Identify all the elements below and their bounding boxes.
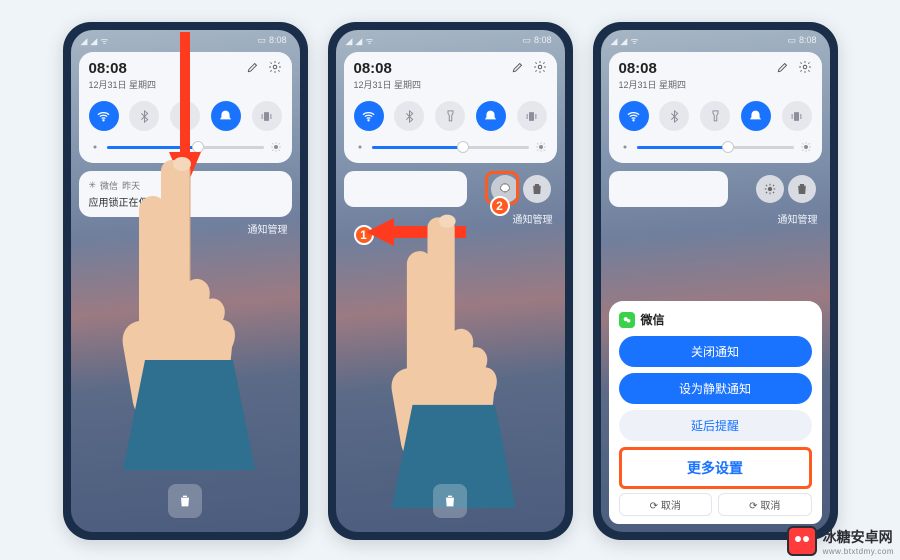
vibrate-toggle[interactable] [517, 101, 547, 131]
notification-row-swiped[interactable] [609, 171, 822, 207]
notification-delete-button[interactable] [523, 175, 551, 203]
wifi-toggle[interactable] [354, 101, 384, 131]
clock-block: 08:08 12月31日 星期四 [89, 60, 157, 91]
notification-manage-link[interactable]: 通知管理 [613, 211, 818, 226]
brightness-high-icon [270, 141, 282, 153]
watermark-name: 冰糖安卓网 [823, 529, 893, 545]
status-bar: ◢◢ᯤ ▭8:08 [336, 30, 565, 48]
notif-when: 昨天 [122, 179, 140, 192]
edit-icon[interactable] [246, 60, 260, 79]
gear-icon[interactable] [533, 60, 547, 79]
wifi-toggle[interactable] [89, 101, 119, 131]
vibrate-toggle[interactable] [252, 101, 282, 131]
notification-delete-button[interactable] [788, 175, 816, 203]
hand-illustration [375, 208, 525, 508]
bluetooth-toggle[interactable] [129, 101, 159, 131]
callout-2: 2 [490, 196, 510, 216]
brightness-slider[interactable] [619, 141, 812, 153]
sheet-app-name: 微信 [641, 311, 665, 328]
watermark: 冰糖安卓网 www.btxtdmy.com [787, 526, 894, 556]
flashlight-toggle[interactable] [700, 101, 730, 131]
watermark-url: www.btxtdmy.com [823, 547, 894, 556]
screen: ◢◢ᯤ ▭8:08 08:08 12月31日 星期四 [601, 30, 830, 532]
phone-step-1: ◢◢ᯤ ▭8:08 08:08 12月31日 星期四 [63, 22, 308, 540]
more-settings-button[interactable]: 更多设置 [619, 447, 812, 489]
status-bar: ◢◢ᯤ ▭8:08 [601, 30, 830, 48]
notif-body: 应用锁正在保护 [89, 194, 282, 209]
dnd-toggle[interactable] [476, 101, 506, 131]
tutorial-stage: ◢◢ᯤ ▭8:08 08:08 12月31日 星期四 [0, 0, 900, 540]
gear-icon[interactable] [268, 60, 282, 79]
clear-all-button[interactable] [168, 484, 202, 518]
edit-icon[interactable] [776, 60, 790, 79]
watermark-logo [787, 526, 817, 556]
phone-step-2: ◢◢ᯤ ▭8:08 08:08 12月31日 星期四 [328, 22, 573, 540]
bluetooth-toggle[interactable] [394, 101, 424, 131]
wechat-icon: ✳ [89, 180, 97, 191]
clear-all-button[interactable] [433, 484, 467, 518]
quick-settings-panel: 08:08 12月31日 星期四 [344, 52, 557, 163]
bluetooth-toggle[interactable] [659, 101, 689, 131]
swipe-down-arrow [165, 32, 205, 192]
notif-app: 微信 [100, 179, 118, 192]
notification-settings-button[interactable] [756, 175, 784, 203]
notification-row-swiped[interactable] [344, 171, 557, 207]
flashlight-toggle[interactable] [435, 101, 465, 131]
vibrate-toggle[interactable] [782, 101, 812, 131]
gear-icon[interactable] [798, 60, 812, 79]
wechat-icon [619, 312, 635, 328]
swipe-left-arrow [366, 218, 466, 246]
wifi-toggle[interactable] [619, 101, 649, 131]
snooze-button[interactable]: 延后提醒 [619, 410, 812, 441]
close-notifications-button[interactable]: 关闭通知 [619, 336, 812, 367]
brightness-low-icon [89, 141, 101, 153]
cancel-button-left[interactable]: ⟳ 取消 [619, 493, 713, 516]
phone-step-3: ◢◢ᯤ ▭8:08 08:08 12月31日 星期四 [593, 22, 838, 540]
screen: ◢◢ᯤ ▭8:08 08:08 12月31日 星期四 [336, 30, 565, 532]
brightness-slider[interactable] [354, 141, 547, 153]
statusbar-time: 8:08 [269, 35, 287, 45]
dnd-toggle[interactable] [741, 101, 771, 131]
silent-notifications-button[interactable]: 设为静默通知 [619, 373, 812, 404]
quick-settings-panel: 08:08 12月31日 星期四 [609, 52, 822, 163]
cancel-button-right[interactable]: ⟳ 取消 [718, 493, 812, 516]
panel-time: 08:08 [89, 60, 157, 77]
screen: ◢◢ᯤ ▭8:08 08:08 12月31日 星期四 [71, 30, 300, 532]
panel-date: 12月31日 星期四 [89, 78, 157, 91]
edit-icon[interactable] [511, 60, 525, 79]
notification-manage-link[interactable]: 通知管理 [83, 221, 288, 236]
notification-options-sheet: 微信 关闭通知 设为静默通知 延后提醒 更多设置 ⟳ 取消 ⟳ 取消 [609, 301, 822, 524]
dnd-toggle[interactable] [211, 101, 241, 131]
